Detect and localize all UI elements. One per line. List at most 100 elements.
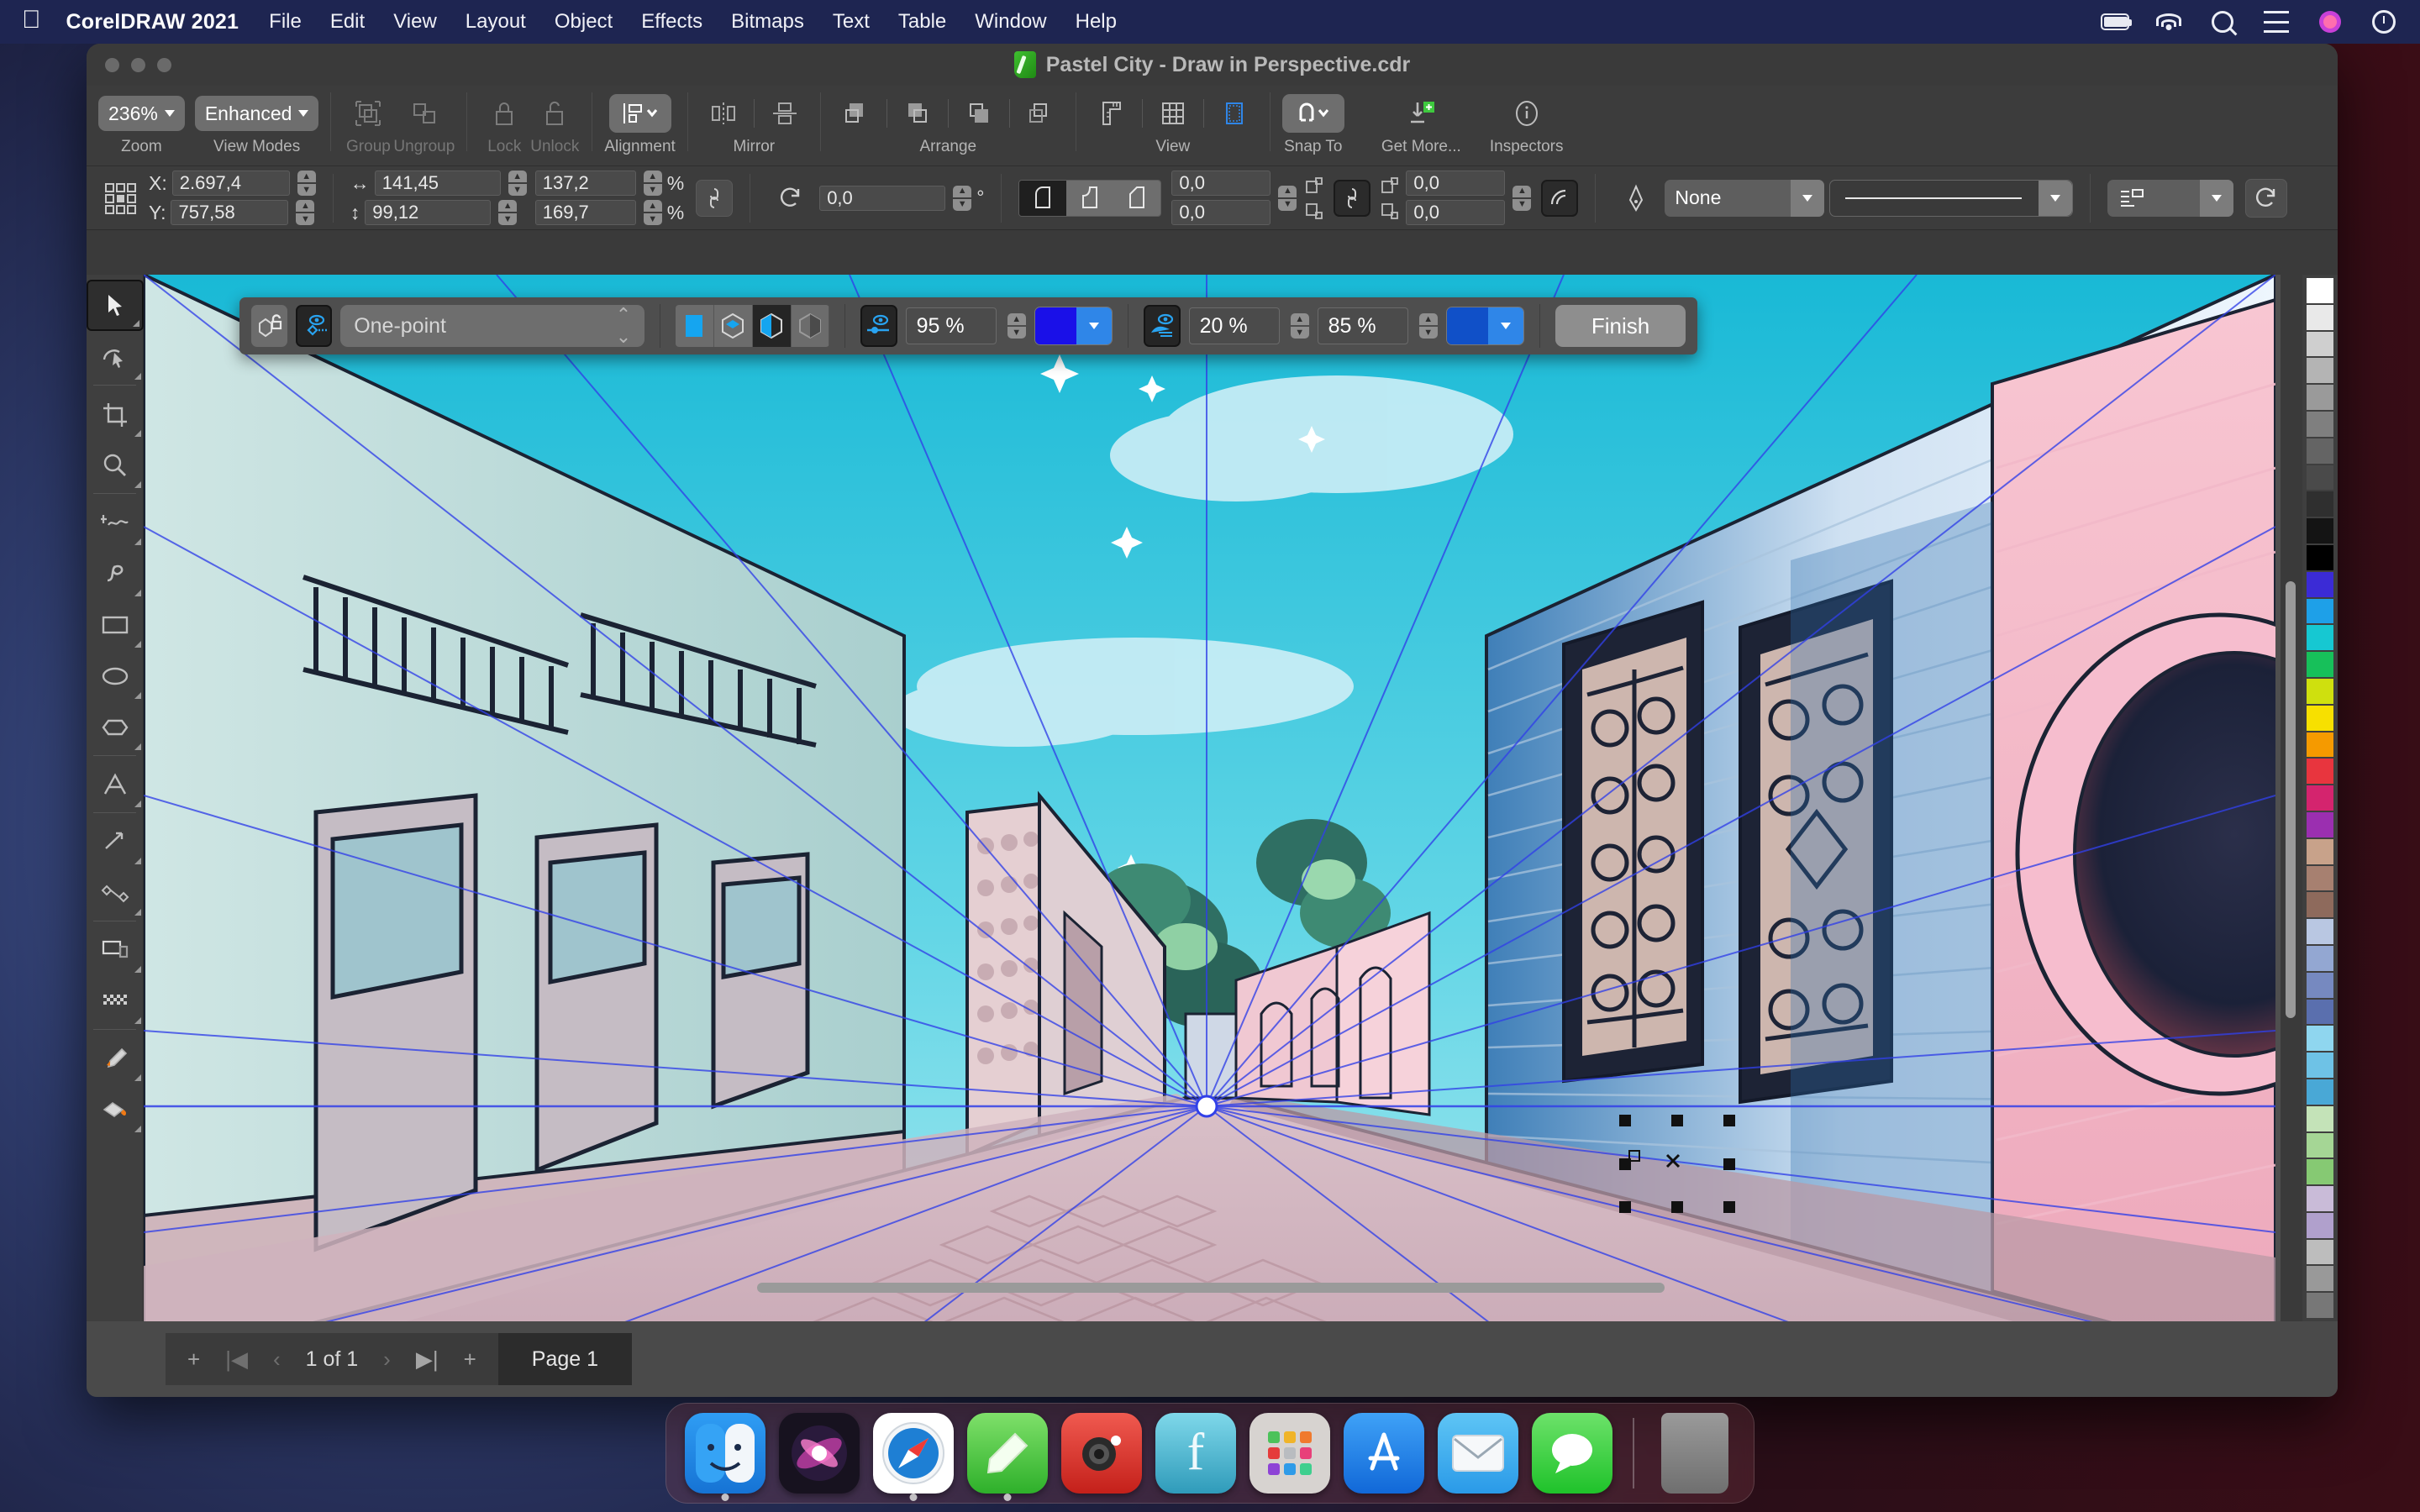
corner-scallop-icon[interactable] (1066, 180, 1114, 216)
stepper-down-icon[interactable]: ▼ (498, 213, 518, 225)
color-palette[interactable] (2302, 275, 2338, 1321)
menu-item-text[interactable]: Text (833, 10, 870, 34)
perspective-line-color-picker[interactable] (1034, 307, 1113, 345)
refresh-button[interactable] (2245, 178, 2288, 218)
wrap-value-a-input[interactable]: 0,0 (1406, 171, 1506, 196)
finish-button[interactable]: Finish (1555, 305, 1686, 347)
active-app-name[interactable]: CorelDRAW 2021 (66, 10, 239, 34)
x-stepper[interactable]: ▲ ▼ (297, 171, 316, 196)
perspective-type-dropdown[interactable]: One-point ⌃ ⌄ (340, 304, 645, 348)
scale-y-stepper[interactable]: ▲ ▼ (643, 200, 662, 225)
palette-swatch-3[interactable] (2306, 357, 2334, 385)
y-stepper[interactable]: ▲ ▼ (296, 200, 315, 225)
palette-swatch-17[interactable] (2306, 731, 2334, 759)
finder-icon[interactable] (685, 1413, 765, 1501)
palette-swatch-16[interactable] (2306, 704, 2334, 732)
height-stepper[interactable]: ▲ ▼ (498, 200, 518, 225)
perspective-plane-buttons[interactable] (675, 305, 830, 347)
horizontal-scrollbar[interactable] (144, 1283, 2245, 1298)
shape-tool[interactable] (87, 331, 144, 382)
stepper-down-icon[interactable]: ▼ (1418, 327, 1438, 339)
toolbar-group-alignment[interactable]: Alignment (604, 92, 676, 156)
align-icon[interactable] (608, 94, 671, 133)
stepper-up-icon[interactable]: ▲ (643, 171, 662, 182)
zoom-level-dropdown[interactable]: 236% (98, 96, 185, 131)
unlock-icon[interactable] (531, 94, 578, 133)
last-page-button[interactable]: ▶| (416, 1347, 439, 1373)
chevron-down-icon[interactable] (1791, 179, 1825, 217)
menu-item-edit[interactable]: Edit (330, 10, 365, 34)
palette-swatch-34[interactable] (2306, 1185, 2334, 1212)
toolbar-group-lock[interactable]: Lock (479, 92, 529, 156)
menu-item-window[interactable]: Window (975, 10, 1046, 34)
object-width-input[interactable]: 141,45 (374, 171, 501, 196)
pastel-city-illustration[interactable] (144, 275, 2275, 1321)
next-page-button[interactable]: › (383, 1347, 391, 1373)
color-eyedropper-tool[interactable] (87, 1032, 144, 1084)
flyout-arrow-icon[interactable] (134, 909, 141, 916)
to-front-icon[interactable] (833, 94, 880, 133)
stepper-updown-icon[interactable]: ⌃ ⌄ (616, 304, 631, 348)
palette-swatch-12[interactable] (2306, 597, 2334, 625)
palette-swatch-11[interactable] (2306, 570, 2334, 598)
mirror-vertical-icon[interactable] (761, 94, 808, 133)
connector-tool[interactable] (87, 867, 144, 918)
palette-swatch-30[interactable] (2306, 1078, 2334, 1105)
flyout-arrow-icon[interactable] (134, 1074, 141, 1081)
flyout-arrow-icon[interactable] (134, 481, 141, 488)
palette-swatch-35[interactable] (2306, 1211, 2334, 1239)
scale-x-stepper[interactable]: ▲ ▼ (643, 171, 662, 196)
object-height-input[interactable]: 99,12 (365, 200, 492, 225)
minimize-button[interactable] (131, 58, 145, 72)
scale-x-input[interactable]: 137,2 (534, 171, 636, 196)
trash-icon[interactable] (1655, 1413, 1735, 1494)
drawing-canvas[interactable] (144, 275, 2281, 1321)
close-button[interactable] (105, 58, 119, 72)
apple-logo-icon[interactable]:  (22, 8, 41, 33)
chevron-down-icon[interactable] (1488, 307, 1524, 344)
menu-item-layout[interactable]: Layout (466, 10, 526, 34)
fontbook-icon[interactable]: f (1155, 1413, 1236, 1494)
launchpad-icon[interactable] (1249, 1413, 1330, 1494)
toolbar-group-group[interactable]: Group (343, 92, 393, 156)
palette-swatch-1[interactable] (2306, 303, 2334, 331)
palette-swatch-18[interactable] (2306, 758, 2334, 785)
chevron-down-icon[interactable] (2200, 179, 2234, 217)
palette-swatch-15[interactable] (2306, 677, 2334, 705)
palette-swatch-28[interactable] (2306, 1025, 2334, 1053)
perspective-opacity-input[interactable]: 95 % (905, 307, 997, 344)
rectangle-tool[interactable] (87, 599, 144, 650)
artistic-media-tool[interactable] (87, 548, 144, 599)
freehand-tool[interactable] (87, 496, 144, 548)
stepper-up-icon[interactable]: ▲ (498, 200, 518, 212)
wifi-icon[interactable] (2154, 9, 2183, 34)
palette-swatch-20[interactable] (2306, 811, 2334, 838)
palette-swatch-36[interactable] (2306, 1238, 2334, 1266)
ellipse-tool[interactable] (87, 650, 144, 701)
palette-swatch-22[interactable] (2306, 864, 2334, 892)
stepper-up-icon[interactable]: ▲ (1290, 313, 1309, 325)
stepper-down-icon[interactable]: ▼ (643, 213, 662, 225)
palette-swatch-25[interactable] (2306, 944, 2334, 972)
add-page-right-button[interactable]: + (464, 1347, 476, 1373)
palette-swatch-7[interactable] (2306, 464, 2334, 491)
palette-swatch-8[interactable] (2306, 491, 2334, 518)
outline-width-dropdown[interactable]: None (1665, 179, 1825, 217)
stepper-down-icon[interactable]: ▼ (953, 198, 972, 211)
stepper-up-icon[interactable]: ▲ (643, 200, 662, 212)
palette-swatch-10[interactable] (2306, 543, 2334, 571)
hscroll-thumb[interactable] (757, 1283, 1665, 1293)
flyout-arrow-icon[interactable] (134, 430, 141, 437)
wrap-value-b-input[interactable]: 0,0 (1406, 200, 1506, 225)
download-plus-icon[interactable] (1397, 94, 1444, 133)
plane-right-icon[interactable] (791, 305, 830, 347)
first-page-button[interactable]: |◀ (225, 1347, 248, 1373)
time-machine-icon[interactable] (2370, 9, 2398, 34)
toolbar-group-ungroup[interactable]: Ungroup (393, 92, 455, 156)
polygon-tool[interactable] (87, 701, 144, 753)
page-tab-1[interactable]: Page 1 (497, 1333, 633, 1385)
stepper-down-icon[interactable]: ▼ (297, 184, 316, 196)
zoom-tool[interactable] (87, 439, 144, 491)
palette-swatch-27[interactable] (2306, 998, 2334, 1026)
palette-swatch-29[interactable] (2306, 1052, 2334, 1079)
